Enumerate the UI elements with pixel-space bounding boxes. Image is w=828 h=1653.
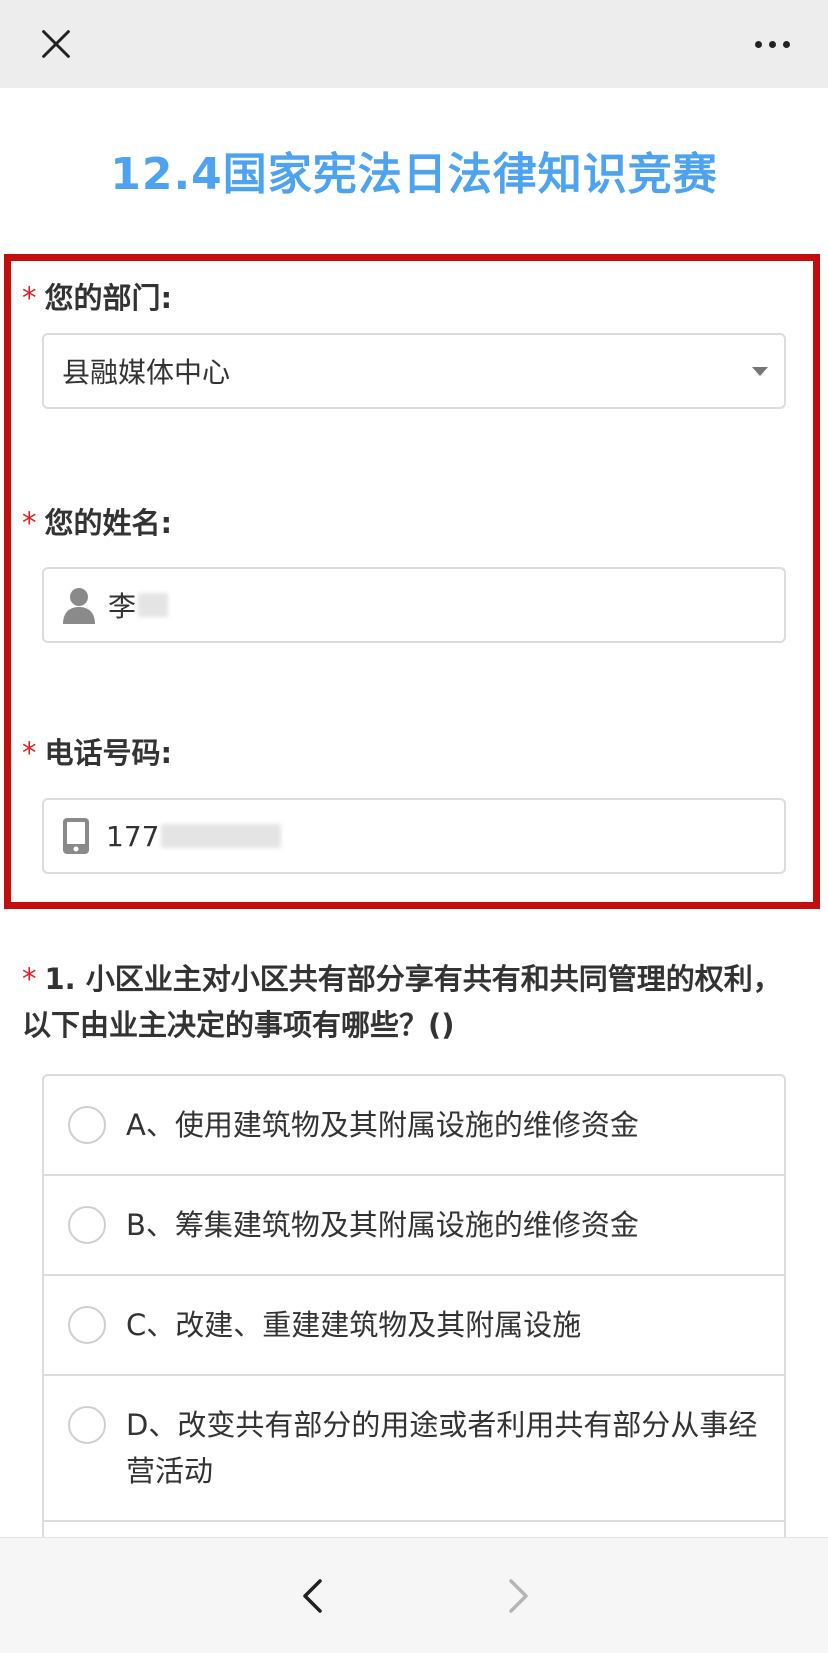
redacted-text xyxy=(161,824,282,848)
option-label: C、改建、重建建筑物及其附属设施 xyxy=(126,1308,582,1342)
name-label-text: 您的姓名: xyxy=(44,506,173,540)
department-value: 县融媒体中心 xyxy=(62,356,231,389)
question-1: * 1. 小区业主对小区共有部分享有共有和共同管理的权利，以下由业主决定的事项有哪… xyxy=(22,956,792,1048)
radio-icon[interactable] xyxy=(68,1406,106,1444)
option-label: B、筹集建筑物及其附属设施的维修资金 xyxy=(126,1208,639,1242)
name-label: * 您的姓名: xyxy=(22,500,172,542)
dropdown-caret-icon xyxy=(752,367,768,376)
option-d[interactable]: D、改变共有部分的用途或者利用共有部分从事经营活动 xyxy=(44,1376,784,1522)
page-title: 12.4国家宪法日法律知识竞赛 xyxy=(110,149,718,200)
option-label: D、改变共有部分的用途或者利用共有部分从事经营活动 xyxy=(126,1408,758,1488)
required-mark: * xyxy=(22,962,37,996)
close-icon[interactable] xyxy=(38,26,74,62)
phone-label: * 电话号码: xyxy=(22,730,172,772)
department-label: * 您的部门: xyxy=(22,275,172,317)
name-value: 李 xyxy=(108,590,137,623)
phone-field[interactable]: 177 xyxy=(42,798,786,874)
option-label: A、使用建筑物及其附属设施的维修资金 xyxy=(126,1108,639,1142)
question-text: 1. 小区业主对小区共有部分享有共有和共同管理的权利，以下由业主决定的事项有哪些… xyxy=(22,962,782,1042)
more-dots-icon[interactable] xyxy=(755,33,790,56)
option-b[interactable]: B、筹集建筑物及其附属设施的维修资金 xyxy=(44,1176,784,1276)
department-label-text: 您的部门: xyxy=(44,281,173,315)
department-select[interactable]: 县融媒体中心 xyxy=(42,333,786,409)
phone-value: 177 xyxy=(106,819,160,853)
redacted-text xyxy=(138,593,169,617)
required-mark: * xyxy=(22,736,37,770)
options-list: A、使用建筑物及其附属设施的维修资金 B、筹集建筑物及其附属设施的维修资金 C、… xyxy=(42,1074,786,1546)
chevron-right-icon[interactable] xyxy=(503,1578,533,1614)
chevron-left-icon[interactable] xyxy=(298,1578,328,1614)
top-bar xyxy=(0,0,828,88)
radio-icon[interactable] xyxy=(68,1206,106,1244)
phone-label-text: 电话号码: xyxy=(44,736,173,770)
required-mark: * xyxy=(22,506,37,540)
phone-icon xyxy=(63,818,89,854)
radio-icon[interactable] xyxy=(68,1106,106,1144)
required-mark: * xyxy=(22,281,37,315)
radio-icon[interactable] xyxy=(68,1306,106,1344)
option-a[interactable]: A、使用建筑物及其附属设施的维修资金 xyxy=(44,1076,784,1176)
name-field[interactable]: 李 xyxy=(42,567,786,643)
person-icon xyxy=(63,588,95,624)
bottom-nav-bar xyxy=(0,1537,828,1653)
option-c[interactable]: C、改建、重建建筑物及其附属设施 xyxy=(44,1276,784,1376)
